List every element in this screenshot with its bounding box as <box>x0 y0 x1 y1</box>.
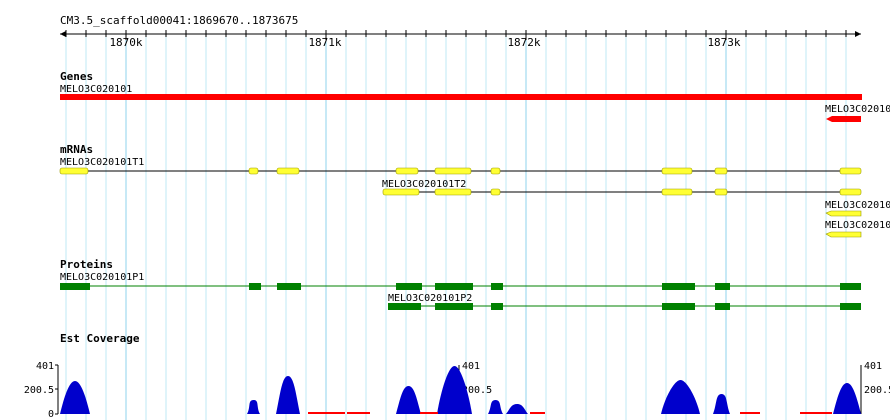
ruler-tick-label: 1872k <box>507 36 540 49</box>
coverage-axis-label: 200.5 <box>24 385 54 396</box>
mrna-feature[interactable] <box>59 167 862 175</box>
protein-block <box>249 283 261 290</box>
exon <box>839 167 862 175</box>
coverage-axis-label: 401 <box>36 361 54 372</box>
ruler-tick-label: 1871k <box>308 36 341 49</box>
coverage-peak <box>833 383 861 414</box>
est-coverage-track[interactable]: Est Coverage 401 200.5 0 401 200.5 401 2… <box>24 332 890 420</box>
ruler-right-arrow-icon <box>855 31 861 37</box>
coverage-peak <box>661 380 700 414</box>
exon <box>248 167 259 175</box>
protein-block <box>715 303 730 310</box>
mrna-label: MELO3C020100T1 <box>825 200 890 211</box>
protein-block <box>840 283 861 290</box>
exon <box>382 188 420 196</box>
protein-block <box>396 283 422 290</box>
protein-feature[interactable] <box>388 303 861 310</box>
coverage-low-bar <box>800 412 832 414</box>
protein-label: MELO3C020101P2 <box>388 293 472 304</box>
track-title-genes: Genes <box>60 70 93 83</box>
proteins-track[interactable]: Proteins MELO3C020101P1 MELO3C020101P2 <box>60 258 861 310</box>
protein-block <box>388 303 421 310</box>
coverage-peak <box>276 376 300 414</box>
coverage-low-bar <box>347 412 370 414</box>
exon <box>661 188 693 196</box>
vertical-gridlines <box>65 36 847 420</box>
exon <box>714 188 728 196</box>
coverage-axis-label: 0 <box>48 409 54 420</box>
gene-feature-reverse[interactable] <box>826 116 861 122</box>
region-label: CM3.5_scaffold00041:1869670..1873675 <box>60 14 298 27</box>
coverage-peak <box>396 386 421 414</box>
coverage-axis-label: 401 <box>462 361 480 372</box>
coverage-peak <box>488 400 503 414</box>
protein-block <box>277 283 301 290</box>
gene-label: MELO3C020100 <box>825 104 890 115</box>
ruler[interactable]: 1870k 1871k 1872k 1873k <box>60 30 861 49</box>
exon <box>434 167 472 175</box>
exon <box>395 167 419 175</box>
mrna-feature[interactable] <box>382 188 862 196</box>
protein-block <box>715 283 730 290</box>
ruler-left-arrow-icon <box>60 31 66 37</box>
exon <box>276 167 300 175</box>
gene-feature[interactable] <box>60 94 862 100</box>
ruler-tick-label: 1870k <box>109 36 142 49</box>
protein-block <box>662 303 695 310</box>
coverage-low-bar <box>530 412 545 414</box>
mrna-label: MELO3C020100T2 <box>825 220 890 231</box>
protein-block <box>662 283 695 290</box>
track-title-proteins: Proteins <box>60 258 113 271</box>
coverage-axis-label: 401 <box>864 361 882 372</box>
exon <box>490 167 501 175</box>
gene-label: MELO3C020101 <box>60 84 132 95</box>
mrna-label: MELO3C020101T2 <box>382 179 466 190</box>
exon <box>714 167 728 175</box>
coverage-histogram <box>60 366 861 414</box>
ruler-tick-label: 1873k <box>707 36 740 49</box>
protein-block <box>491 303 503 310</box>
coverage-low-bar <box>740 412 760 414</box>
protein-block <box>840 303 861 310</box>
coverage-peak <box>437 366 472 414</box>
protein-block <box>435 283 473 290</box>
protein-feature[interactable] <box>60 283 861 290</box>
coverage-axis-label: 200.5 <box>864 385 890 396</box>
protein-block <box>60 283 90 290</box>
genome-browser-view[interactable]: CM3.5_scaffold00041:1869670..1873675 187… <box>0 0 890 420</box>
coverage-peak <box>506 404 528 414</box>
exon <box>490 188 501 196</box>
track-title-est-coverage: Est Coverage <box>60 332 140 345</box>
coverage-low-bar <box>308 412 345 414</box>
protein-block <box>491 283 503 290</box>
exon <box>434 188 472 196</box>
coverage-y-axis-left: 401 200.5 0 <box>24 361 59 420</box>
protein-label: MELO3C020101P1 <box>60 272 144 283</box>
track-title-mrnas: mRNAs <box>60 143 93 156</box>
coverage-y-axis-right: 401 200.5 <box>860 361 890 414</box>
exon <box>59 167 89 175</box>
exon <box>839 188 862 196</box>
coverage-peak <box>247 400 260 414</box>
coverage-low-bar <box>420 412 438 414</box>
mrna-label: MELO3C020101T1 <box>60 157 144 168</box>
coverage-peak <box>713 394 730 414</box>
exon <box>661 167 693 175</box>
mrna-feature[interactable] <box>825 210 862 217</box>
protein-block <box>435 303 473 310</box>
mrna-feature[interactable] <box>825 231 862 238</box>
